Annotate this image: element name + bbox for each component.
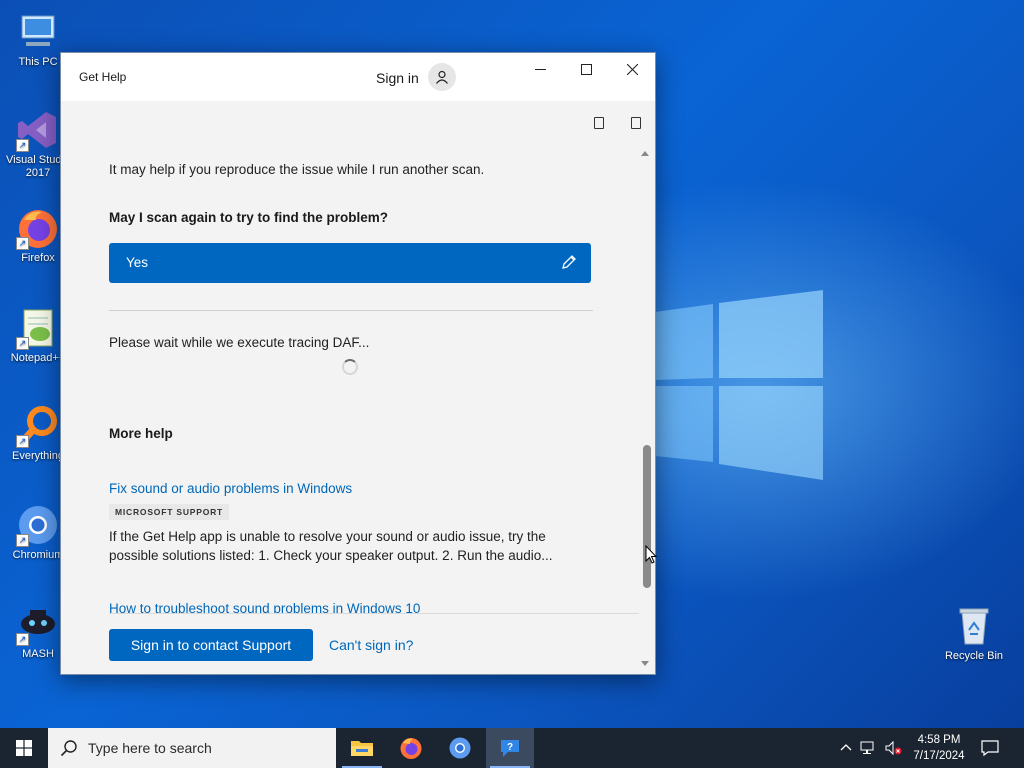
sign-in-link[interactable]: Sign in <box>376 70 419 86</box>
chromium-icon: ↗ <box>16 503 60 547</box>
shortcut-arrow-icon: ↗ <box>16 435 29 448</box>
taskbar-chromium[interactable] <box>436 728 484 768</box>
window-titlebar[interactable]: Get Help Sign in <box>61 53 655 101</box>
minimize-button[interactable] <box>517 53 563 85</box>
answer-yes-bubble: Yes <box>109 243 591 283</box>
network-icon[interactable] <box>860 740 878 756</box>
chevron-up-icon[interactable] <box>838 740 854 756</box>
answer-label: Yes <box>126 255 149 270</box>
notification-icon <box>981 740 999 757</box>
shortcut-arrow-icon: ↗ <box>16 633 29 646</box>
firefox-icon: ↗ <box>16 206 60 250</box>
account-avatar-button[interactable] <box>428 63 456 91</box>
scroll-up-arrow-icon[interactable] <box>641 151 649 156</box>
notification-center-button[interactable] <box>980 728 1000 768</box>
folder-icon <box>351 741 373 756</box>
maximize-button[interactable] <box>563 53 609 85</box>
sign-in-contact-support-button[interactable]: Sign in to contact Support <box>109 629 313 661</box>
mash-icon: ↗ <box>16 602 60 646</box>
search-placeholder: Type here to search <box>88 740 212 756</box>
taskbar-file-explorer[interactable] <box>338 728 386 768</box>
get-help-icon: ? <box>501 740 519 757</box>
computer-icon <box>16 10 60 54</box>
svg-text:?: ? <box>507 742 513 753</box>
taskbar-firefox[interactable] <box>387 728 435 768</box>
status-message: Please wait while we execute tracing DAF… <box>109 335 370 350</box>
minimize-icon <box>534 68 546 70</box>
more-help-heading: More help <box>109 426 173 441</box>
close-icon <box>626 63 638 75</box>
firefox-icon <box>400 738 422 759</box>
visual-studio-icon: ↗ <box>16 108 60 152</box>
start-button[interactable] <box>0 728 48 768</box>
snippet-line-1: If the Get Help app is unable to resolve… <box>109 529 546 544</box>
scrollbar-thumb[interactable] <box>643 445 651 588</box>
clock-time: 4:58 PM <box>917 734 961 746</box>
article-snippet: If the Get Help app is unable to resolve… <box>109 527 569 565</box>
source-badge: MICROSOFT SUPPORT <box>109 504 230 520</box>
loading-spinner <box>342 359 358 375</box>
shortcut-arrow-icon: ↗ <box>16 337 29 350</box>
taskbar-search-box[interactable]: Type here to search <box>48 728 336 768</box>
cant-sign-in-link[interactable]: Can't sign in? <box>329 637 413 653</box>
edit-pencil-icon[interactable] <box>561 254 577 270</box>
everything-search-icon: ↗ <box>16 404 60 448</box>
windows-start-icon <box>16 740 32 756</box>
clock-date: 7/17/2024 <box>913 750 965 762</box>
volume-muted-icon[interactable] <box>884 740 902 756</box>
recycle-bin-icon <box>952 604 996 648</box>
shortcut-arrow-icon: ↗ <box>16 237 29 250</box>
window-title: Get Help <box>79 70 127 84</box>
person-icon <box>436 70 448 84</box>
mouse-cursor-icon <box>645 545 657 564</box>
shortcut-arrow-icon: ↗ <box>16 534 29 547</box>
assistant-message: It may help if you reproduce the issue w… <box>109 162 485 177</box>
footer-divider <box>109 613 639 614</box>
desktop-icon-recycle-bin[interactable]: Recycle Bin <box>936 604 1012 663</box>
section-divider <box>109 310 593 311</box>
close-button[interactable] <box>609 53 655 85</box>
copy-icon[interactable] <box>594 117 604 129</box>
taskbar-get-help[interactable]: ? <box>486 728 534 768</box>
assistant-question: May I scan again to try to find the prob… <box>109 210 389 225</box>
search-icon <box>60 740 77 757</box>
get-help-window: Get Help Sign in It may help if you repr… <box>60 52 656 675</box>
expand-icon[interactable] <box>631 117 641 129</box>
chromium-icon <box>449 737 471 759</box>
snippet-line-2: possible solutions listed: 1. Check your… <box>109 548 553 563</box>
notepad-plus-plus-icon: ↗ <box>16 306 60 350</box>
article-link-fix-sound[interactable]: Fix sound or audio problems in Windows <box>109 481 352 496</box>
taskbar-clock[interactable]: 4:58 PM 7/17/2024 <box>906 732 972 764</box>
shortcut-arrow-icon: ↗ <box>16 139 29 152</box>
maximize-icon <box>580 63 592 75</box>
taskbar: Type here to search ? 4:58 PM 7/17/2024 <box>0 728 1024 768</box>
windows-logo-wallpaper <box>655 290 823 480</box>
scroll-down-arrow-icon[interactable] <box>641 661 649 666</box>
system-tray <box>838 728 902 768</box>
